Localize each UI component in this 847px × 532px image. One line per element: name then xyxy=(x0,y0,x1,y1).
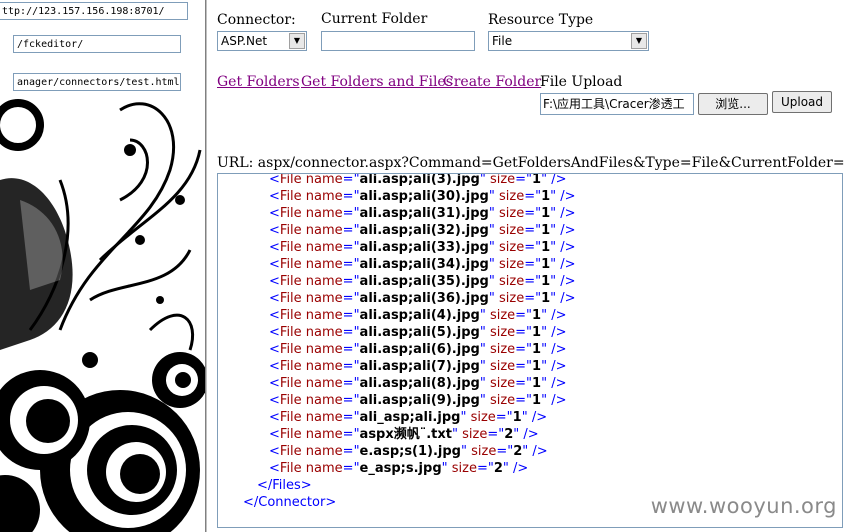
file-size-value: 2 xyxy=(504,427,514,442)
file-name-value: ali.asp;ali(34).jpg xyxy=(359,257,489,272)
file-name-value: ali.asp;ali(33).jpg xyxy=(359,240,489,255)
file-size-value: 1 xyxy=(541,257,551,272)
left-frame: ttp://123.157.156.198:8701/ /fckeditor/ … xyxy=(0,0,205,532)
xml-closing-connector-tag: </Connector> xyxy=(243,495,337,510)
create-folder-link[interactable]: Create Folder xyxy=(443,74,541,90)
file-upload-label: File Upload xyxy=(540,74,623,90)
frame-divider[interactable] xyxy=(205,0,208,532)
xml-file-entry: <File name="aspx濒帆¨.txt" size="2" /> xyxy=(269,427,539,442)
file-size-value: 1 xyxy=(532,359,542,374)
xml-file-entry: <File name="ali_asp;ali.jpg" size="1" /> xyxy=(269,410,548,425)
xml-file-entry: <File name="ali.asp;ali(6).jpg" size="1"… xyxy=(269,342,567,357)
address-field-connector[interactable]: anager/connectors/test.html xyxy=(13,73,181,91)
file-size-value: 1 xyxy=(541,223,551,238)
file-name-value: ali_asp;ali.jpg xyxy=(359,410,461,425)
file-name-value: ali.asp;ali(8).jpg xyxy=(359,376,480,391)
browse-button[interactable]: 浏览... xyxy=(698,93,768,115)
address-field-path[interactable]: /fckeditor/ xyxy=(13,35,181,53)
connector-select[interactable]: ASP.Net ▼ xyxy=(217,31,307,51)
request-url-text: URL: aspx/connector.aspx?Command=GetFold… xyxy=(217,155,845,171)
file-name-value: e_asp;s.jpg xyxy=(359,461,442,476)
xml-file-entry: <File name="ali.asp;ali(31).jpg" size="1… xyxy=(269,206,576,221)
get-folders-and-files-link[interactable]: Get Folders and Files xyxy=(301,74,453,90)
upload-button[interactable]: Upload xyxy=(772,91,832,113)
watermark: www.wooyun.org xyxy=(650,494,837,518)
xml-closing-files-tag: </Files> xyxy=(257,478,312,493)
file-name-value: ali.asp;ali(30).jpg xyxy=(359,189,489,204)
xml-file-entry: <File name="ali.asp;ali(9).jpg" size="1"… xyxy=(269,393,567,408)
file-size-value: 1 xyxy=(541,291,551,306)
xml-file-entry: <File name="e_asp;s.jpg" size="2" /> xyxy=(269,461,529,476)
file-name-value: ali.asp;ali(9).jpg xyxy=(359,393,480,408)
file-size-value: 1 xyxy=(532,173,542,187)
file-name-value: ali.asp;ali(5).jpg xyxy=(359,325,480,340)
chevron-down-icon[interactable]: ▼ xyxy=(289,33,305,49)
chevron-down-icon[interactable]: ▼ xyxy=(631,33,647,49)
file-size-value: 1 xyxy=(532,376,542,391)
file-name-value: ali.asp;ali(6).jpg xyxy=(359,342,480,357)
xml-file-entry: <File name="e.asp;s(1).jpg" size="2" /> xyxy=(269,444,548,459)
file-name-value: aspx濒帆¨.txt xyxy=(359,427,453,442)
file-size-value: 1 xyxy=(532,393,542,408)
file-name-value: ali.asp;ali(3).jpg xyxy=(359,173,480,187)
file-size-value: 1 xyxy=(541,189,551,204)
connector-value: ASP.Net xyxy=(221,34,268,48)
file-size-value: 1 xyxy=(512,410,522,425)
xml-file-entry: <File name="ali.asp;ali(32).jpg" size="1… xyxy=(269,223,576,238)
file-size-value: 2 xyxy=(493,461,503,476)
xml-file-entry: <File name="ali.asp;ali(34).jpg" size="1… xyxy=(269,257,576,272)
file-name-value: ali.asp;ali(35).jpg xyxy=(359,274,489,289)
file-name-value: ali.asp;ali(31).jpg xyxy=(359,206,489,221)
connector-label: Connector: xyxy=(217,12,296,28)
xml-response-viewer[interactable]: <File name="ali.asp;ali(3).jpg" size="1"… xyxy=(217,173,843,528)
xml-file-entry: <File name="ali.asp;ali(30).jpg" size="1… xyxy=(269,189,576,204)
xml-file-entry: <File name="ali.asp;ali(5).jpg" size="1"… xyxy=(269,325,567,340)
resource-type-value: File xyxy=(492,34,513,48)
get-folders-link[interactable]: Get Folders xyxy=(217,74,300,90)
file-name-value: e.asp;s(1).jpg xyxy=(359,444,461,459)
file-size-value: 1 xyxy=(532,342,542,357)
xml-file-entry: <File name="ali.asp;ali(3).jpg" size="1"… xyxy=(269,173,567,187)
file-size-value: 1 xyxy=(541,206,551,221)
xml-file-entry: <File name="ali.asp;ali(35).jpg" size="1… xyxy=(269,274,576,289)
file-name-value: ali.asp;ali(32).jpg xyxy=(359,223,489,238)
file-name-value: ali.asp;ali(7).jpg xyxy=(359,359,480,374)
file-size-value: 2 xyxy=(513,444,523,459)
resource-type-label: Resource Type xyxy=(488,12,594,28)
xml-file-entry: <File name="ali.asp;ali(7).jpg" size="1"… xyxy=(269,359,567,374)
xml-file-entry: <File name="ali.asp;ali(4).jpg" size="1"… xyxy=(269,308,567,323)
file-name-value: ali.asp;ali(36).jpg xyxy=(359,291,489,306)
file-size-value: 1 xyxy=(532,308,542,323)
file-name-value: ali.asp;ali(4).jpg xyxy=(359,308,480,323)
current-folder-label: Current Folder xyxy=(321,11,428,27)
connector-test-form: Connector: ASP.Net ▼ Current Folder Reso… xyxy=(209,0,847,532)
file-upload-path-input[interactable]: F:\应用工具\Cracer渗透工 xyxy=(540,93,694,115)
file-size-value: 1 xyxy=(532,325,542,340)
current-folder-input[interactable] xyxy=(321,31,475,51)
xml-file-entry: <File name="ali.asp;ali(8).jpg" size="1"… xyxy=(269,376,567,391)
address-field-host[interactable]: ttp://123.157.156.198:8701/ xyxy=(0,2,188,20)
xml-file-entry: <File name="ali.asp;ali(33).jpg" size="1… xyxy=(269,240,576,255)
resource-type-select[interactable]: File ▼ xyxy=(488,31,649,51)
file-size-value: 1 xyxy=(541,240,551,255)
file-size-value: 1 xyxy=(541,274,551,289)
xml-file-entry: <File name="ali.asp;ali(36).jpg" size="1… xyxy=(269,291,576,306)
